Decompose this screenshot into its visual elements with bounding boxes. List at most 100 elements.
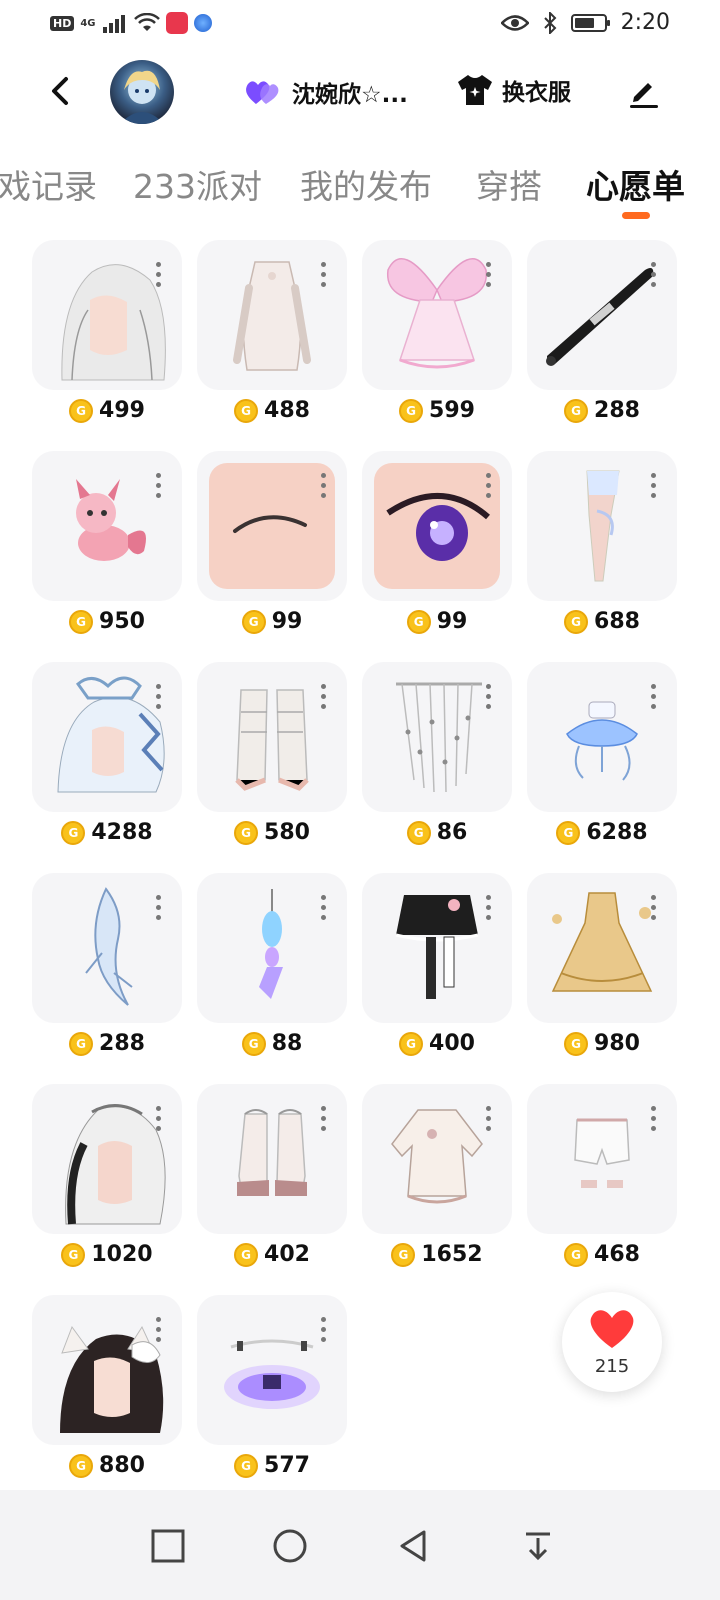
coin-icon [406,820,431,845]
more-icon[interactable] [486,1106,492,1134]
item-thumbnail[interactable] [362,1084,512,1234]
back-nav-button[interactable] [394,1526,434,1566]
item-price: 88 [197,1031,347,1056]
home-button[interactable] [270,1526,310,1566]
tab-my-posts[interactable]: 我的发布 [300,160,432,208]
tab-wishlist[interactable]: 心愿单 [586,160,685,208]
like-button[interactable]: 215 [562,1292,662,1392]
edit-icon[interactable] [626,75,660,109]
item-thumbnail[interactable] [32,873,182,1023]
item-thumbnail[interactable] [32,662,182,812]
more-icon[interactable] [321,1317,327,1345]
wishlist-item[interactable]: 4288 [32,662,182,872]
more-icon[interactable] [321,262,327,290]
item-thumbnail[interactable] [32,240,182,390]
item-thumbnail[interactable] [197,451,347,601]
more-icon[interactable] [651,684,657,712]
change-outfit-label: 换衣服 [502,80,571,106]
recent-apps-button[interactable] [148,1526,188,1566]
coin-icon [391,1242,416,1267]
profile-header: 沈婉欣☆... 换衣服 [0,55,720,130]
back-button[interactable] [44,73,80,109]
wishlist-item[interactable]: 488 [197,240,347,450]
item-price: 468 [527,1242,677,1267]
wishlist-item[interactable]: 288 [32,873,182,1083]
item-thumbnail[interactable] [197,240,347,390]
more-icon[interactable] [156,684,162,712]
item-price: 488 [197,398,347,423]
more-icon[interactable] [486,473,492,501]
avatar[interactable] [110,60,174,124]
item-thumbnail[interactable] [527,451,677,601]
wishlist-item[interactable]: 86 [362,662,512,872]
wishlist-item[interactable]: 88 [197,873,347,1083]
item-thumbnail[interactable] [527,1084,677,1234]
item-thumbnail[interactable] [362,873,512,1023]
coin-icon [69,398,94,423]
more-icon[interactable] [321,473,327,501]
item-thumbnail[interactable] [32,1084,182,1234]
user-info[interactable]: 沈婉欣☆... [244,75,408,109]
tab-game-records[interactable]: 戏记录 [0,160,97,208]
more-icon[interactable] [156,895,162,923]
wishlist-item[interactable]: 688 [527,451,677,661]
tab-outfits[interactable]: 穿搭 [476,160,542,208]
wishlist-item[interactable]: 288 [527,240,677,450]
tab-233-party[interactable]: 233派对 [133,160,262,208]
item-thumbnail[interactable] [362,662,512,812]
change-outfit-button[interactable]: 换衣服 [456,73,571,107]
wishlist-item[interactable]: 880 [32,1295,182,1505]
more-icon[interactable] [156,1317,162,1345]
wishlist-item[interactable]: 580 [197,662,347,872]
wishlist-item[interactable]: 402 [197,1084,347,1294]
coin-icon [61,820,86,845]
more-icon[interactable] [651,262,657,290]
wishlist-item[interactable]: 499 [32,240,182,450]
item-price: 1652 [362,1242,512,1267]
more-icon[interactable] [651,473,657,501]
item-price: 950 [32,609,182,634]
wishlist-item[interactable]: 577 [197,1295,347,1505]
more-icon[interactable] [486,895,492,923]
item-price: 1020 [32,1242,182,1267]
wishlist-item[interactable]: 980 [527,873,677,1083]
wishlist-item[interactable]: 400 [362,873,512,1083]
wishlist-item[interactable]: 6288 [527,662,677,872]
item-price: 4288 [32,820,182,845]
wishlist-item[interactable]: 99 [197,451,347,661]
item-thumbnail[interactable] [362,240,512,390]
item-price: 577 [197,1453,347,1478]
item-thumbnail[interactable] [197,1084,347,1234]
more-icon[interactable] [321,684,327,712]
more-icon[interactable] [156,262,162,290]
item-thumbnail[interactable] [197,873,347,1023]
more-icon[interactable] [651,895,657,923]
item-thumbnail[interactable] [527,873,677,1023]
more-icon[interactable] [321,895,327,923]
wishlist-item[interactable]: 950 [32,451,182,661]
item-price: 499 [32,398,182,423]
item-thumbnail[interactable] [32,451,182,601]
more-icon[interactable] [321,1106,327,1134]
wishlist-item[interactable]: 1020 [32,1084,182,1294]
more-icon[interactable] [651,1106,657,1134]
more-icon[interactable] [486,262,492,290]
item-thumbnail[interactable] [197,662,347,812]
more-icon[interactable] [156,1106,162,1134]
wishlist-item[interactable]: 99 [362,451,512,661]
item-thumbnail[interactable] [32,1295,182,1445]
item-thumbnail[interactable] [362,451,512,601]
item-thumbnail[interactable] [527,662,677,812]
profile-tabs: 戏记录 233派对 我的发布 穿搭 心愿单 [0,150,720,230]
bluetooth-icon [543,11,557,34]
wishlist-item[interactable]: 468 [527,1084,677,1294]
notification-pull-button[interactable] [518,1526,558,1566]
item-price: 402 [197,1242,347,1267]
more-icon[interactable] [486,684,492,712]
tshirt-icon [458,75,492,105]
wishlist-item[interactable]: 599 [362,240,512,450]
item-thumbnail[interactable] [197,1295,347,1445]
more-icon[interactable] [156,473,162,501]
item-thumbnail[interactable] [527,240,677,390]
wishlist-item[interactable]: 1652 [362,1084,512,1294]
